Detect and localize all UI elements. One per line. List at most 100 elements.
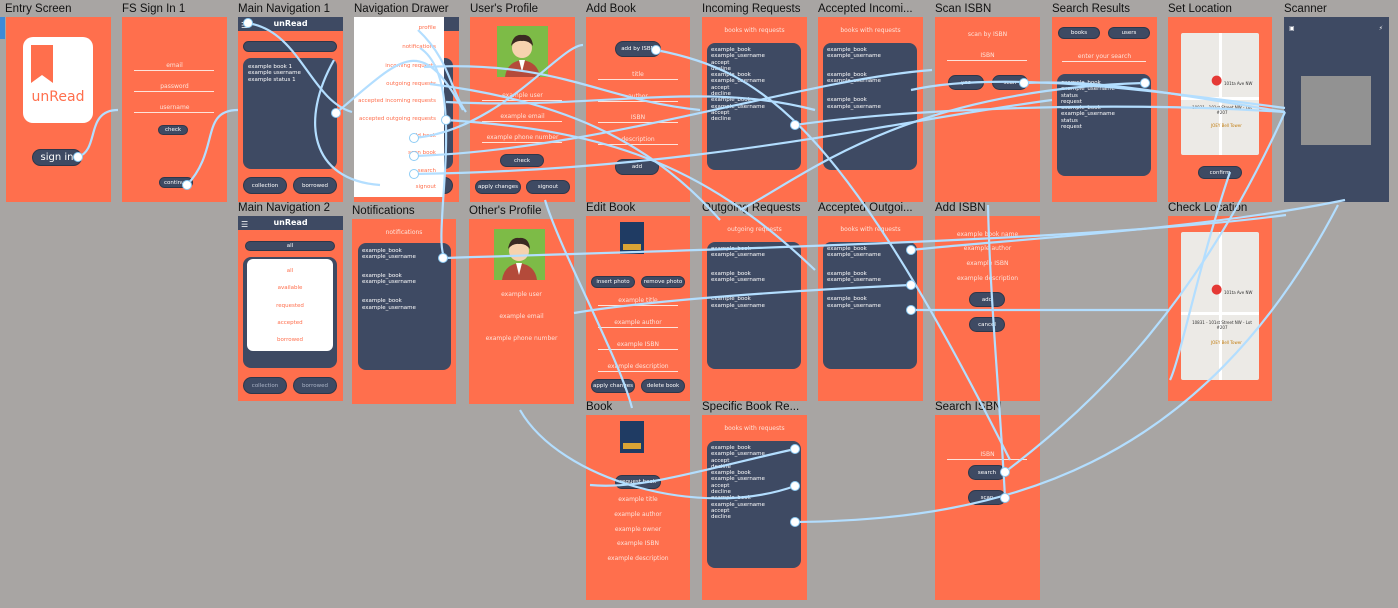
username-field[interactable]: username (122, 104, 227, 111)
connection-handle[interactable] (73, 152, 83, 162)
search-bar[interactable] (243, 41, 337, 52)
connection-handle[interactable] (790, 517, 800, 527)
book-list-text[interactable]: example book 1 example username example … (248, 64, 301, 83)
connection-handle[interactable] (790, 120, 800, 130)
connection-handle[interactable] (1019, 78, 1029, 88)
signout-button[interactable]: signout (526, 180, 570, 194)
results-list[interactable]: example_book example_username status req… (1061, 80, 1115, 130)
connection-handle[interactable] (409, 169, 419, 179)
borrowed-button[interactable]: borrowed (293, 377, 337, 394)
avatar[interactable] (497, 26, 548, 77)
borrowed-button[interactable]: borrowed (293, 177, 337, 194)
app-logo: unRead (23, 37, 93, 123)
delete-book-button[interactable]: delete book (641, 379, 685, 393)
email-field[interactable]: example email (470, 113, 575, 120)
isbn-underline (947, 459, 1027, 460)
connection-handle[interactable] (409, 151, 419, 161)
scan-isbn-screen: scan by ISBN ISBN yes scan (935, 17, 1040, 202)
outgoing-list[interactable]: example_book example_username example_bo… (711, 246, 765, 309)
insert-photo-button[interactable]: insert photo (591, 276, 635, 288)
collection-button[interactable]: collection (243, 377, 287, 394)
notifications-list[interactable]: example_book example_username example_bo… (362, 248, 416, 311)
collection-button[interactable]: collection (243, 177, 287, 194)
isbn-field[interactable]: example ISBN (586, 341, 690, 348)
apply-changes-button[interactable]: apply changes (591, 379, 635, 393)
connection-handle[interactable] (790, 481, 800, 491)
acc-incoming-list[interactable]: example_book example_username example_bo… (827, 47, 881, 110)
title-field[interactable]: example title (586, 297, 690, 304)
add-button[interactable]: add (615, 159, 659, 175)
remove-photo-button[interactable]: remove photo (641, 276, 685, 288)
option-borrowed[interactable]: borrowed (247, 337, 333, 343)
owner-text[interactable]: example owner (586, 526, 690, 533)
location-map[interactable]: ● 101ta Ave NW 10831 - 101st Street NW -… (1181, 33, 1259, 155)
phone-field[interactable]: example phone number (470, 134, 575, 141)
drawer-item-signout[interactable]: signout (416, 184, 436, 190)
username-field[interactable]: example user (470, 92, 575, 99)
connection-handle[interactable] (906, 280, 916, 290)
connection-handle[interactable] (1140, 78, 1150, 88)
filter-dropdown[interactable]: all available requested accepted borrowe… (247, 259, 333, 351)
description-field[interactable]: example description (586, 363, 690, 370)
entry-screen: unRead sign in (6, 17, 111, 202)
drawer-item-search[interactable]: search (418, 168, 436, 174)
user-avatar-icon (505, 34, 540, 77)
connection-handle[interactable] (906, 245, 916, 255)
connection-handle[interactable] (1000, 493, 1010, 503)
connection-handle[interactable] (651, 45, 661, 55)
connection-handle[interactable] (438, 253, 448, 263)
description-field[interactable]: description (586, 136, 690, 143)
users-profile-screen: example user example email example phone… (470, 17, 575, 202)
check-button[interactable]: check (158, 125, 188, 135)
check-button[interactable]: check (500, 154, 544, 167)
connection-handle[interactable] (182, 180, 192, 190)
incoming-list[interactable]: example_book example_username accept dec… (711, 47, 765, 123)
drawer-item-profile[interactable]: profile (419, 25, 436, 31)
connection-handle[interactable] (790, 444, 800, 454)
option-accepted[interactable]: accepted (247, 320, 333, 326)
connection-handle[interactable] (409, 133, 419, 143)
connection-handle[interactable] (331, 108, 341, 118)
connection-handle[interactable] (243, 18, 253, 28)
yes-button[interactable]: yes (948, 75, 984, 90)
search-input[interactable]: enter your search (1052, 53, 1157, 60)
author-field[interactable]: example author (586, 319, 690, 326)
connection-handle[interactable] (906, 305, 916, 315)
camera-icon[interactable]: ▣ (1289, 25, 1295, 32)
drawer-item-outgoing[interactable]: outgoing requests (386, 81, 436, 87)
menu-icon[interactable]: ☰ (241, 220, 248, 229)
email-field[interactable]: email (122, 62, 227, 69)
others-profile-screen: example user example email example phone… (469, 219, 574, 404)
acc-outgoing-card: example_book example_username example_bo… (823, 242, 917, 369)
option-all[interactable]: all (247, 268, 333, 274)
books-tab[interactable]: books (1058, 27, 1100, 39)
isbn-field[interactable]: ISBN (935, 52, 1040, 59)
location-map[interactable]: ● 101ta Ave NW 10831 - 101st Street NW -… (1181, 232, 1259, 380)
title-field[interactable]: title (586, 71, 690, 78)
confirm-button[interactable]: confirm (1198, 166, 1242, 179)
map-label-address: 10831 - 101st Street NW - Lot #207 (1192, 105, 1252, 115)
author-field[interactable]: author (586, 93, 690, 100)
connection-handle[interactable] (441, 115, 451, 125)
add-button[interactable]: add (969, 292, 1005, 307)
title-text: example title (618, 496, 658, 503)
connection-handle[interactable] (1000, 467, 1010, 477)
drawer-item-incoming[interactable]: incoming requests (385, 63, 436, 69)
acc-outgoing-list[interactable]: example_book example_username example_bo… (827, 246, 881, 309)
option-requested[interactable]: requested (247, 303, 333, 309)
specific-list[interactable]: example_book example_username accept dec… (711, 445, 765, 521)
drawer-item-accepted-incoming[interactable]: accepted incoming requests (358, 98, 436, 104)
apply-changes-button[interactable]: apply changes (475, 180, 521, 194)
flash-icon[interactable]: ⚡ (1379, 25, 1383, 32)
drawer-item-notifications[interactable]: notifications (402, 44, 436, 50)
drawer-item-accepted-outgoing[interactable]: accepted outgoing requests (359, 116, 436, 122)
filter-select[interactable]: all (245, 241, 335, 251)
cancel-button[interactable]: cancel (969, 317, 1005, 332)
outgoing-requests-screen: outgoing requests example_book example_u… (702, 216, 807, 401)
users-tab[interactable]: users (1108, 27, 1150, 39)
isbn-field[interactable]: ISBN (935, 451, 1040, 458)
request-book-button[interactable]: request book (615, 475, 661, 489)
isbn-field[interactable]: ISBN (586, 114, 690, 121)
password-field[interactable]: password (122, 83, 227, 90)
option-available[interactable]: available (247, 285, 333, 291)
